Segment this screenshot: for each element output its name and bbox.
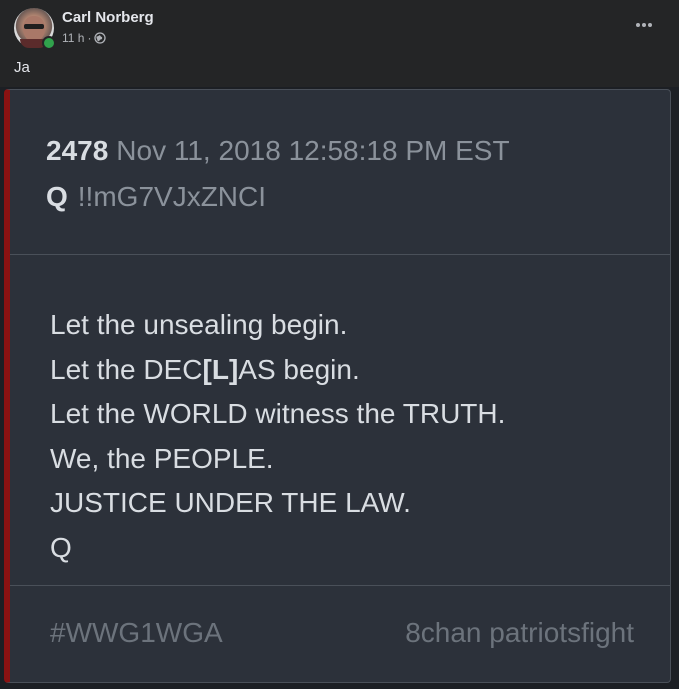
post-image[interactable]: 2478 Nov 11, 2018 12:58:18 PM EST Q !!mG7V… [0,87,679,689]
online-status-icon [42,36,56,50]
message-line: Q [50,531,72,563]
q-drop-date: Nov 11, 2018 12:58:18 PM EST [116,135,510,166]
q-drop-message: Let the unsealing begin. Let the DEC[L]A… [50,303,505,571]
avatar-glasses [24,24,44,29]
more-options-icon [642,23,646,27]
globe-icon[interactable] [94,32,107,44]
message-line: Let the WORLD witness the TRUTH. [50,398,506,430]
post-text: Ja [14,59,30,76]
message-line: We, the PEOPLE. [50,442,274,474]
facebook-post: Carl Norberg 11 h · Ja 2478 Nov 11, 2018… [0,0,679,689]
author-name[interactable]: Carl Norberg [62,9,154,27]
q-drop-poster-name: Q [46,181,68,212]
q-drop-number: 2478 [46,135,109,166]
message-line: Let the unsealing begin. [50,309,348,340]
q-drop-card: 2478 Nov 11, 2018 12:58:18 PM EST Q !!mG7V… [4,89,671,683]
q-drop-tripcode: !!mG7VJxZNCI [77,181,267,212]
message-line: Let the DEC[L]AS begin. [50,353,360,385]
q-drop-footer: #WWG1WGA 8chan patriotsfight [10,586,670,682]
post-timestamp[interactable]: 11 h [62,30,84,46]
post-meta: Carl Norberg 11 h · [62,9,154,46]
q-drop-author: Q !!mG7VJxZNCI [46,180,266,214]
message-line: JUSTICE UNDER THE LAW. [50,487,411,519]
separator-dot: · [87,31,92,45]
q-drop-body: Let the unsealing begin. Let the DEC[L]A… [10,255,670,586]
post-subline: 11 h · [62,30,154,46]
post-header: Carl Norberg 11 h · [14,8,154,50]
more-options-button[interactable] [631,14,657,36]
q-drop-hashtag: #WWG1WGA [50,617,223,648]
more-options-icon [636,23,640,27]
avatar[interactable] [14,8,56,50]
more-options-icon [648,23,652,27]
q-drop-header: 2478 Nov 11, 2018 12:58:18 PM EST Q !!mG7V… [10,90,670,255]
q-drop-source: 8chan patriotsfight [405,617,634,648]
q-drop-number-date: 2478 Nov 11, 2018 12:58:18 PM EST [46,134,510,168]
